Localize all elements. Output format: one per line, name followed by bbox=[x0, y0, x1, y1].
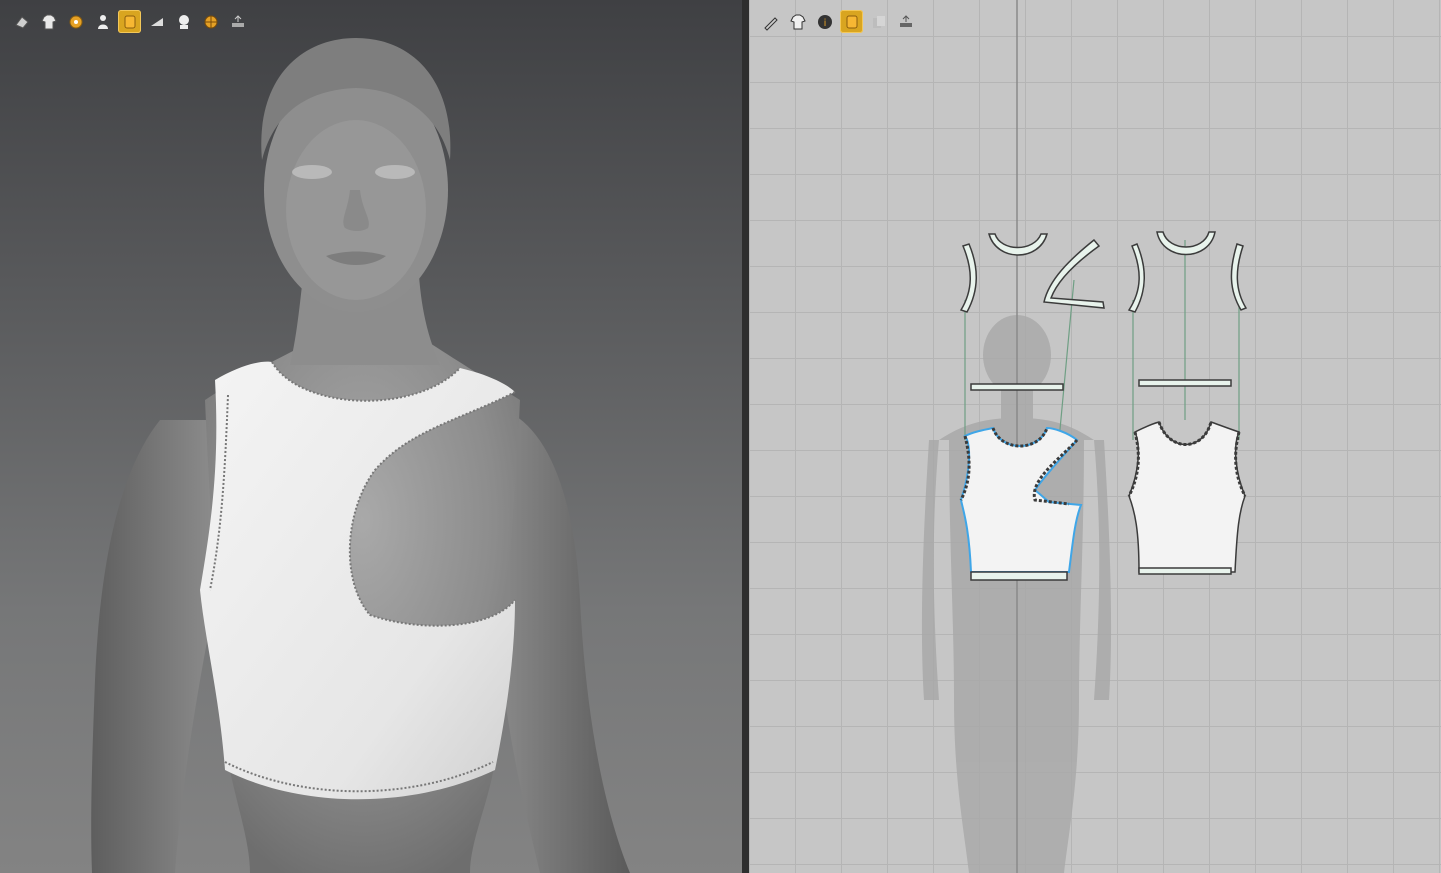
right-arm bbox=[496, 410, 630, 873]
fold-icon[interactable] bbox=[145, 10, 168, 33]
binding-hem-front bbox=[970, 383, 1064, 391]
hem-band-back bbox=[1138, 567, 1232, 575]
back-panel bbox=[1128, 421, 1246, 573]
binding-armhole-left bbox=[959, 243, 977, 313]
binding-armhole-b1 bbox=[1127, 243, 1145, 313]
hem-band-front bbox=[970, 571, 1068, 581]
right-eye bbox=[375, 165, 415, 179]
binding-neck-front bbox=[988, 233, 1048, 256]
sewing-icon[interactable] bbox=[64, 10, 87, 33]
3d-toolbar bbox=[10, 10, 249, 33]
garment-icon[interactable] bbox=[37, 10, 60, 33]
measure-icon[interactable] bbox=[226, 10, 249, 33]
pattern-canvas bbox=[921, 0, 1248, 873]
measure-2d-icon[interactable] bbox=[894, 10, 917, 33]
edit-pattern-icon[interactable] bbox=[759, 10, 782, 33]
info-icon[interactable]: i bbox=[813, 10, 836, 33]
2d-pattern-viewport[interactable]: i bbox=[749, 0, 1441, 873]
avatar-silhouette-icon[interactable] bbox=[172, 10, 195, 33]
binding-armhole-b2 bbox=[1230, 243, 1248, 311]
viewport-divider[interactable] bbox=[742, 0, 749, 873]
svg-text:i: i bbox=[823, 18, 826, 29]
duplicate-icon[interactable] bbox=[867, 10, 890, 33]
2d-toolbar: i bbox=[759, 10, 917, 33]
texture-icon[interactable] bbox=[118, 10, 141, 33]
globe-icon[interactable] bbox=[199, 10, 222, 33]
texture-2d-icon[interactable] bbox=[840, 10, 863, 33]
binding-hem-back bbox=[1138, 379, 1232, 387]
3d-viewport[interactable] bbox=[0, 0, 742, 873]
avatar-icon[interactable] bbox=[91, 10, 114, 33]
select-mesh-icon[interactable] bbox=[10, 10, 33, 33]
3d-scene bbox=[91, 38, 630, 873]
binding-neck-back bbox=[1156, 231, 1216, 256]
left-arm bbox=[91, 420, 223, 873]
left-eye bbox=[292, 165, 332, 179]
garment-2d-icon[interactable] bbox=[786, 10, 809, 33]
binding-cutout bbox=[1043, 238, 1105, 309]
